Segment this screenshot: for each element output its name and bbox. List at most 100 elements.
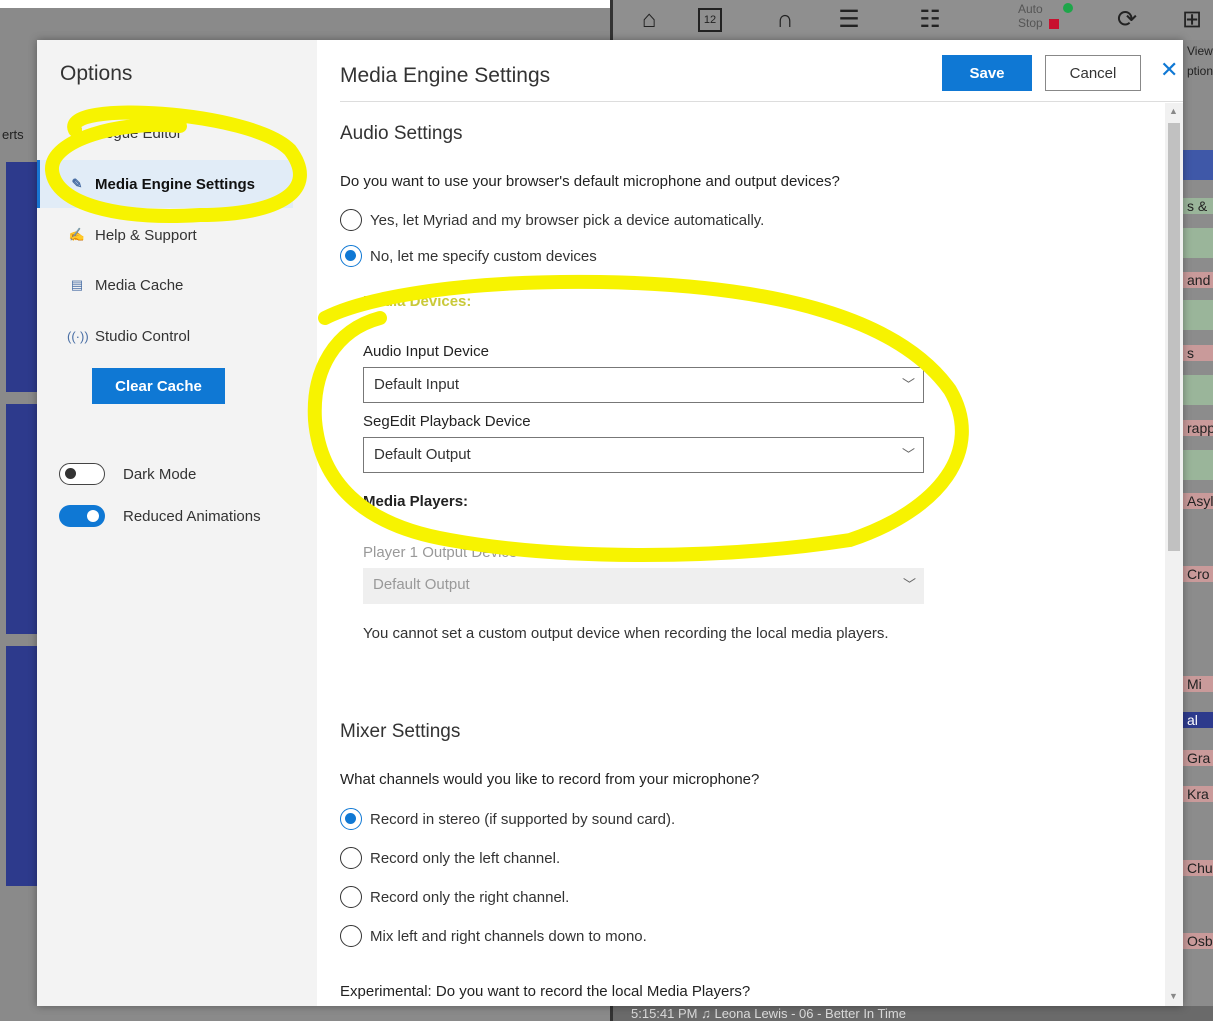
settings-scroll-area[interactable]: Audio Settings Do you want to use your b… [317,103,1183,1006]
custom-output-note: You cannot set a custom output device wh… [363,625,889,642]
background-right-block [1183,450,1213,480]
player1-output-value: Default Output [373,576,470,593]
dark-mode-row: Dark Mode [59,461,196,487]
broadcast-icon: ((·)) [67,328,89,344]
radio-label: Record in stereo (if supported by sound … [370,810,676,828]
sidebar-item-media-cache[interactable]: ▤ Media Cache [37,261,293,309]
pen-icon: ✎ [71,176,83,191]
playback-device-value: Default Output [374,446,471,463]
scroll-thumb[interactable] [1168,123,1180,551]
dark-mode-label: Dark Mode [123,465,197,483]
close-icon[interactable]: ✕ [1160,57,1178,83]
player1-output-select: Default Output ﹀ [363,568,924,604]
experimental-question: Experimental: Do you want to record the … [340,983,751,1000]
background-right-fragment: Chu [1183,860,1213,876]
radio-label: Record only the left channel. [370,849,561,867]
radio-custom-device[interactable]: No, let me specify custom devices [340,244,597,268]
sidebar-item-label: Help & Support [95,226,197,244]
background-right-block [1183,300,1213,330]
refresh-icon[interactable]: ⟳ [1113,6,1141,34]
background-item-block [6,162,38,392]
radio-right-channel[interactable]: Record only the right channel. [340,885,569,909]
home-icon[interactable]: ⌂ [635,6,663,34]
radio-button[interactable] [340,808,362,830]
media-devices-heading: Media Devices: [363,293,472,310]
sidebar-item-help-support[interactable]: ✍ Help & Support [37,211,293,259]
sidebar-item-label: Media Cache [95,276,184,294]
playback-device-select[interactable]: Default Output ﹀ [363,437,924,473]
cancel-button[interactable]: Cancel [1045,55,1141,91]
auto-status-dot [1062,3,1073,13]
auto-stop-indicator[interactable]: Auto Stop [1018,2,1073,30]
radio-auto-device[interactable]: Yes, let Myriad and my browser pick a de… [340,208,764,232]
reduced-animations-label: Reduced Animations [123,507,261,525]
sidebar-item-label: Media Engine Settings [95,175,256,193]
save-button[interactable]: Save [942,55,1032,91]
stop-status-square [1048,18,1059,29]
radio-button[interactable] [340,886,362,908]
player1-output-label: Player 1 Output Device [363,544,518,561]
clear-cache-button[interactable]: Clear Cache [92,368,225,404]
media-players-heading: Media Players: [363,493,469,510]
background-item-block [6,646,38,886]
background-right-fragment: rapp [1183,420,1213,436]
radio-stereo[interactable]: Record in stereo (if supported by sound … [340,807,675,831]
background-right-fragment: Osbo [1183,933,1213,949]
options-sidebar: Options ☷ Segue Editor ✎ Media Engine Se… [37,40,317,1006]
settings-scrollbar[interactable]: ▲ ▼ [1165,103,1183,1006]
radio-label: Yes, let Myriad and my browser pick a de… [370,211,765,229]
background-right-fragment: s [1183,345,1213,361]
background-right-fragment: s & [1183,198,1213,214]
reduced-animations-toggle[interactable] [59,505,105,527]
radio-label: Mix left and right channels down to mono… [370,927,647,945]
stop-label: Stop [1018,16,1043,30]
radio-label: Record only the right channel. [370,888,570,906]
sidebar-item-label: Studio Control [95,327,191,345]
background-item-block [6,404,38,634]
chevron-down-icon: ﹀ [902,577,916,592]
background-top-strip [0,0,610,8]
scroll-down-arrow-icon[interactable]: ▼ [1169,991,1178,1001]
document-icon[interactable]: ☰ [835,6,863,34]
settings-list-icon[interactable]: ☷ [916,6,944,34]
audio-input-value: Default Input [374,376,460,393]
radio-mono-mix[interactable]: Mix left and right channels down to mono… [340,924,647,948]
radio-button[interactable] [340,209,362,231]
background-right-fragment: ption [1187,64,1213,78]
audio-device-question: Do you want to use your browser's defaul… [340,173,840,190]
settings-header: Media Engine Settings Save Cancel ✕ [340,40,1183,102]
background-right-fragment: Asylu [1183,493,1213,509]
radio-button[interactable] [340,925,362,947]
dark-mode-toggle[interactable] [59,463,105,485]
sidebar-item-label: Segue Editor [95,124,182,142]
sidebar-item-studio-control[interactable]: ((·)) Studio Control [37,312,293,360]
help-icon: ✍ [68,227,86,242]
mixer-settings-heading: Mixer Settings [340,721,461,742]
background-right-block [1183,228,1213,258]
background-right-block [1183,375,1213,405]
sidebar-item-segue-editor[interactable]: ☷ Segue Editor [37,109,293,157]
layout-icon[interactable]: ⊞ [1178,6,1206,34]
chevron-down-icon: ﹀ [901,447,915,462]
background-right-fragment: View [1187,44,1213,58]
background-right-block [1183,150,1213,180]
now-playing-status: 5:15:41 PM ♫ Leona Lewis - 06 - Better I… [610,1006,1213,1021]
audio-input-label: Audio Input Device [363,343,489,360]
scroll-up-arrow-icon[interactable]: ▲ [1169,106,1178,116]
mixer-channel-question: What channels would you like to record f… [340,771,760,788]
calendar-icon[interactable]: 12 [698,8,722,32]
audio-settings-heading: Audio Settings [340,123,463,144]
audio-input-select[interactable]: Default Input ﹀ [363,367,924,403]
playback-device-label: SegEdit Playback Device [363,413,531,430]
background-right-fragment: Gra [1183,750,1213,766]
settings-main-panel: Media Engine Settings Save Cancel ✕ Audi… [317,40,1183,1006]
background-right-fragment: and [1183,272,1213,288]
radio-button[interactable] [340,847,362,869]
background-left-label: erts [2,127,24,142]
radio-button[interactable] [340,245,362,267]
sidebar-item-media-engine-settings[interactable]: ✎ Media Engine Settings [37,160,293,208]
radio-left-channel[interactable]: Record only the left channel. [340,846,560,870]
background-toolbar: ⌂ 12 ∩ ☰ ☷ ⟳ ⊞ [610,0,1213,40]
headphones-icon[interactable]: ∩ [771,6,799,34]
auto-label: Auto [1018,2,1043,16]
